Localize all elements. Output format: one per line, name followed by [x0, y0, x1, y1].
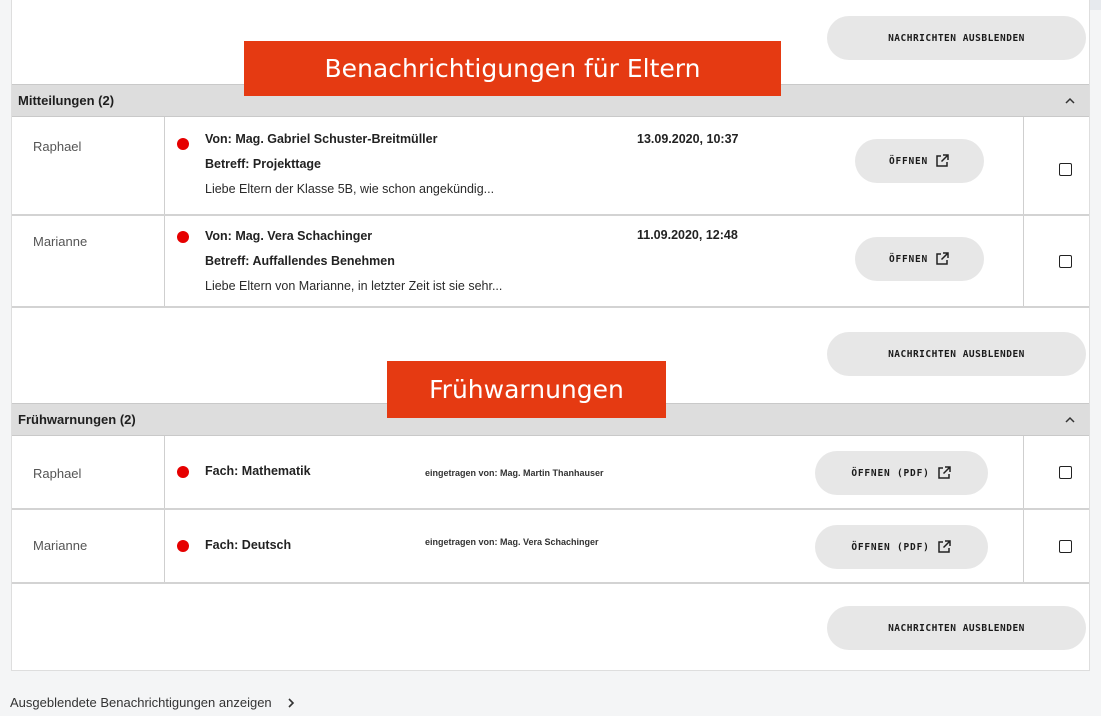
show-hidden-label: Ausgeblendete Benachrichtigungen anzeige…	[10, 695, 272, 710]
column-divider	[164, 510, 165, 582]
notifications-page: NACHRICHTEN AUSBLENDEN Mitteilungen (2) …	[0, 0, 1101, 716]
hide-messages-button-top[interactable]: NACHRICHTEN AUSBLENDEN	[827, 16, 1086, 60]
message-date: 13.09.2020, 10:37	[637, 132, 739, 146]
message-preview: Liebe Eltern der Klasse 5B, wie schon an…	[205, 182, 495, 196]
warning-entered-by: eingetragen von: Mag. Martin Thanhauser	[425, 468, 604, 478]
message-subject: Betreff: Projekttage	[205, 157, 321, 171]
warning-entered-by: eingetragen von: Mag. Vera Schachinger	[425, 537, 599, 547]
message-row: Raphael Von: Mag. Gabriel Schuster-Breit…	[12, 117, 1089, 216]
warning-checkbox[interactable]	[1059, 466, 1072, 479]
warning-row: Marianne Fach: Deutsch eingetragen von: …	[12, 510, 1089, 584]
chevron-up-icon[interactable]	[1063, 94, 1077, 108]
message-row: Marianne Von: Mag. Vera Schachinger 11.0…	[12, 216, 1089, 308]
chevron-right-icon	[288, 697, 294, 708]
open-pdf-button[interactable]: ÖFFNEN (PDF)	[815, 451, 988, 495]
open-button-label: ÖFFNEN	[888, 253, 929, 265]
external-link-icon	[937, 540, 951, 553]
column-divider	[1023, 117, 1024, 214]
message-from: Von: Mag. Gabriel Schuster-Breitmüller	[205, 132, 438, 146]
external-link-icon	[936, 252, 949, 265]
column-divider	[164, 216, 165, 306]
open-button-label: ÖFFNEN	[888, 155, 929, 167]
warning-row: Raphael Fach: Mathematik eingetragen von…	[12, 436, 1089, 510]
student-name: Marianne	[33, 538, 88, 553]
unread-dot-icon	[177, 231, 189, 243]
chevron-up-icon[interactable]	[1063, 413, 1077, 427]
warning-checkbox[interactable]	[1059, 540, 1072, 553]
column-divider	[1023, 436, 1024, 508]
open-message-button[interactable]: ÖFFNEN	[855, 139, 984, 183]
message-checkbox[interactable]	[1059, 255, 1072, 268]
column-divider	[164, 117, 165, 214]
unread-dot-icon	[177, 138, 189, 150]
hide-messages-button-middle[interactable]: NACHRICHTEN AUSBLENDEN	[827, 332, 1086, 376]
external-link-icon	[937, 466, 951, 479]
student-name: Raphael	[33, 139, 82, 154]
notifications-card: NACHRICHTEN AUSBLENDEN Mitteilungen (2) …	[11, 0, 1090, 671]
open-pdf-button[interactable]: ÖFFNEN (PDF)	[815, 525, 988, 569]
open-pdf-label: ÖFFNEN (PDF)	[851, 541, 930, 553]
unread-dot-icon	[177, 540, 189, 552]
early-warnings-banner: Frühwarnungen	[387, 361, 666, 418]
open-message-button[interactable]: ÖFFNEN	[855, 237, 984, 281]
message-preview: Liebe Eltern von Marianne, in letzter Ze…	[205, 279, 503, 293]
message-checkbox[interactable]	[1059, 163, 1072, 176]
messages-section-title: Mitteilungen (2)	[18, 93, 115, 108]
warning-subject: Fach: Mathematik	[205, 464, 311, 478]
column-divider	[1023, 510, 1024, 582]
parents-notification-banner: Benachrichtigungen für Eltern	[244, 41, 781, 96]
message-subject: Betreff: Auffallendes Benehmen	[205, 254, 395, 268]
warning-subject: Fach: Deutsch	[205, 538, 292, 552]
column-divider	[164, 436, 165, 508]
open-pdf-label: ÖFFNEN (PDF)	[851, 467, 930, 479]
unread-dot-icon	[177, 466, 189, 478]
hide-messages-button-bottom[interactable]: NACHRICHTEN AUSBLENDEN	[827, 606, 1086, 650]
external-link-icon	[936, 154, 949, 167]
show-hidden-notifications-link[interactable]: Ausgeblendete Benachrichtigungen anzeige…	[10, 695, 296, 710]
warnings-section-title: Frühwarnungen (2)	[18, 412, 136, 427]
student-name: Marianne	[33, 234, 88, 249]
message-from: Von: Mag. Vera Schachinger	[205, 229, 373, 243]
message-date: 11.09.2020, 12:48	[637, 228, 738, 242]
column-divider	[1023, 216, 1024, 306]
student-name: Raphael	[33, 466, 82, 481]
